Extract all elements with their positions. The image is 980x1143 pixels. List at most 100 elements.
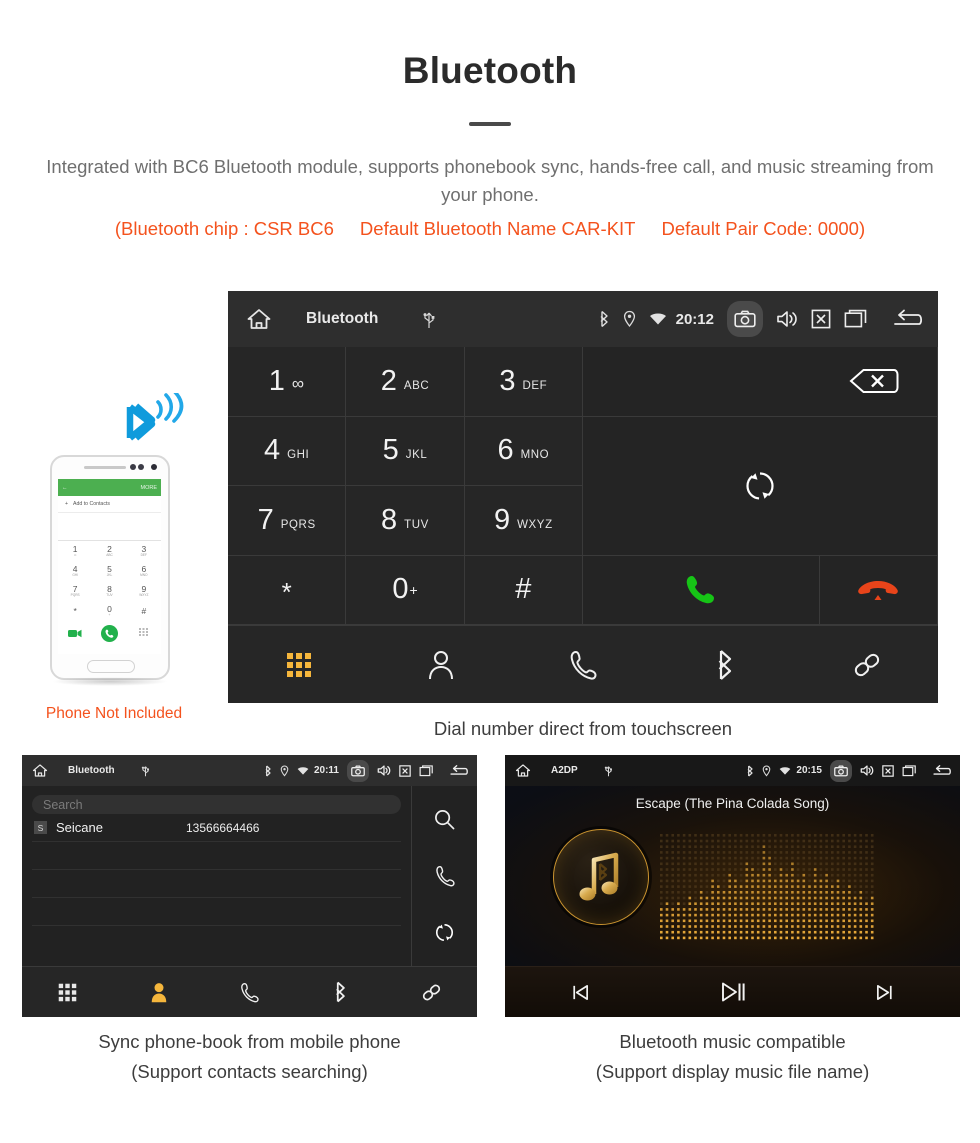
recents-icon[interactable] [419, 764, 434, 777]
page-root: Bluetooth Integrated with BC6 Bluetooth … [0, 0, 980, 1143]
refresh-icon[interactable] [434, 922, 455, 943]
key-0[interactable]: 0 + [346, 555, 465, 625]
phone-keypad: 1 ∞ 2 ABC 3 DEF 4 GHI 5 JKL 6 MNO 7 PQRS 8 TUV 9… [58, 541, 161, 621]
phone-key-9[interactable]: 9 WXYZ [127, 581, 161, 601]
tab-link[interactable] [386, 982, 477, 1003]
phone-key-hash[interactable]: # [127, 601, 161, 621]
phone-key-5-sub: JKL [106, 573, 113, 578]
phone-home-button[interactable] [87, 660, 135, 673]
key-5[interactable]: 5 JKL [346, 416, 465, 486]
sync-key[interactable] [583, 416, 938, 556]
usb-icon [422, 309, 436, 329]
recents-icon[interactable] [844, 309, 868, 329]
key-7[interactable]: 7 PQRS [228, 486, 347, 556]
tab-keypad[interactable] [22, 983, 113, 1002]
phone-key-0[interactable]: 0 + [92, 601, 126, 621]
play-pause-icon [720, 980, 746, 1004]
camera-icon[interactable] [830, 759, 852, 782]
key-0-number: 0 [392, 573, 409, 606]
phone-key-4[interactable]: 4 GHI [58, 561, 92, 581]
home-icon[interactable] [32, 763, 48, 778]
phone-mockup: ← MORE + Add to Contacts 1 ∞ 2 ABC 3 DEF 4G… [46, 393, 184, 722]
search-input[interactable]: Search [32, 795, 401, 814]
music-clock: 20:15 [796, 765, 822, 776]
phone-key-2[interactable]: 2 ABC [92, 541, 126, 561]
tab-link[interactable] [796, 650, 938, 680]
phone-key-star[interactable]: * [58, 601, 92, 621]
key-5-sub: JKL [405, 449, 428, 462]
back-icon[interactable] [890, 308, 924, 330]
back-icon[interactable] [931, 764, 952, 778]
music-player-body: Escape (The Pina Colada Song) [505, 786, 960, 966]
phone-key-1[interactable]: 1 ∞ [58, 541, 92, 561]
music-caption-line2: (Support display music file name) [595, 1061, 870, 1082]
recents-icon[interactable] [902, 764, 917, 777]
tab-contacts[interactable] [113, 982, 204, 1003]
key-8[interactable]: 8 TUV [346, 486, 465, 556]
contact-icon [428, 650, 454, 680]
phone-icon [240, 982, 259, 1003]
key-9[interactable]: 9 WXYZ [464, 486, 583, 556]
key-2[interactable]: 2 ABC [346, 347, 465, 417]
contact-row[interactable]: S Seicane 13566664466 [32, 814, 401, 842]
key-star[interactable]: * [228, 555, 347, 625]
next-track-button[interactable] [808, 983, 960, 1002]
search-icon[interactable] [434, 809, 455, 830]
music-note-bluetooth-icon [570, 846, 632, 908]
phonebook-body: Search S Seicane 13566664466 [22, 786, 477, 966]
back-icon[interactable] [448, 764, 469, 778]
key-1[interactable]: 1 ∞ [228, 347, 347, 417]
phone-more-label[interactable]: MORE [141, 485, 158, 491]
hangup-button[interactable] [819, 555, 938, 625]
camera-icon[interactable] [727, 301, 763, 337]
phone-call-button[interactable] [92, 621, 126, 646]
tab-call-log[interactable] [512, 650, 654, 680]
phone-video-call-button[interactable] [58, 621, 92, 646]
previous-track-button[interactable] [505, 983, 657, 1002]
tab-bluetooth[interactable] [295, 981, 386, 1003]
home-icon[interactable] [515, 763, 531, 778]
phone-key-2-sub: ABC [106, 553, 113, 558]
dialer-clock: 20:12 [675, 310, 714, 328]
phone-add-contact-row[interactable]: + Add to Contacts [58, 496, 161, 513]
key-9-number: 9 [493, 503, 511, 536]
key-3[interactable]: 3 DEF [464, 347, 583, 417]
volume-icon[interactable] [377, 764, 391, 777]
key-6-sub: MNO [520, 449, 550, 462]
bluetooth-icon [598, 310, 610, 328]
key-9-sub: WXYZ [517, 518, 553, 531]
key-4[interactable]: 4 GHI [228, 416, 347, 486]
tab-bluetooth[interactable] [654, 649, 796, 681]
key-7-number: 7 [257, 503, 274, 536]
home-icon[interactable] [246, 307, 272, 331]
volume-icon[interactable] [776, 309, 798, 329]
phone-key-5[interactable]: 5 JKL [92, 561, 126, 581]
close-box-icon[interactable] [811, 309, 831, 329]
phonebook-status-left: Bluetooth [32, 763, 150, 778]
key-2-number: 2 [380, 364, 397, 397]
phone-key-8[interactable]: 8 TUV [92, 581, 126, 601]
phone-back-arrow[interactable]: ← [62, 485, 68, 491]
key-1-sub: ∞ [291, 374, 305, 394]
volume-icon[interactable] [860, 764, 874, 777]
phone-action-row [58, 621, 161, 646]
key-hash[interactable]: # [464, 555, 583, 625]
key-0-sub: + [409, 581, 418, 598]
close-box-icon[interactable] [399, 764, 411, 777]
phone-key-6[interactable]: 6 MNO [127, 561, 161, 581]
call-button[interactable] [583, 555, 820, 625]
tab-call-log[interactable] [204, 982, 295, 1003]
phone-keypad-toggle-button[interactable] [127, 621, 161, 646]
phone-key-7[interactable]: 7 PQRS [58, 581, 92, 601]
backspace-key[interactable] [583, 347, 938, 417]
phone-speaker [84, 466, 126, 469]
camera-icon[interactable] [347, 759, 369, 782]
key-8-number: 8 [381, 503, 398, 536]
phone-key-3[interactable]: 3 DEF [127, 541, 161, 561]
play-pause-button[interactable] [657, 980, 809, 1004]
tab-contacts[interactable] [370, 650, 512, 680]
tab-keypad[interactable] [228, 652, 370, 678]
close-box-icon[interactable] [882, 764, 894, 777]
phone-icon[interactable] [435, 865, 455, 887]
key-6[interactable]: 6 MNO [464, 416, 583, 486]
